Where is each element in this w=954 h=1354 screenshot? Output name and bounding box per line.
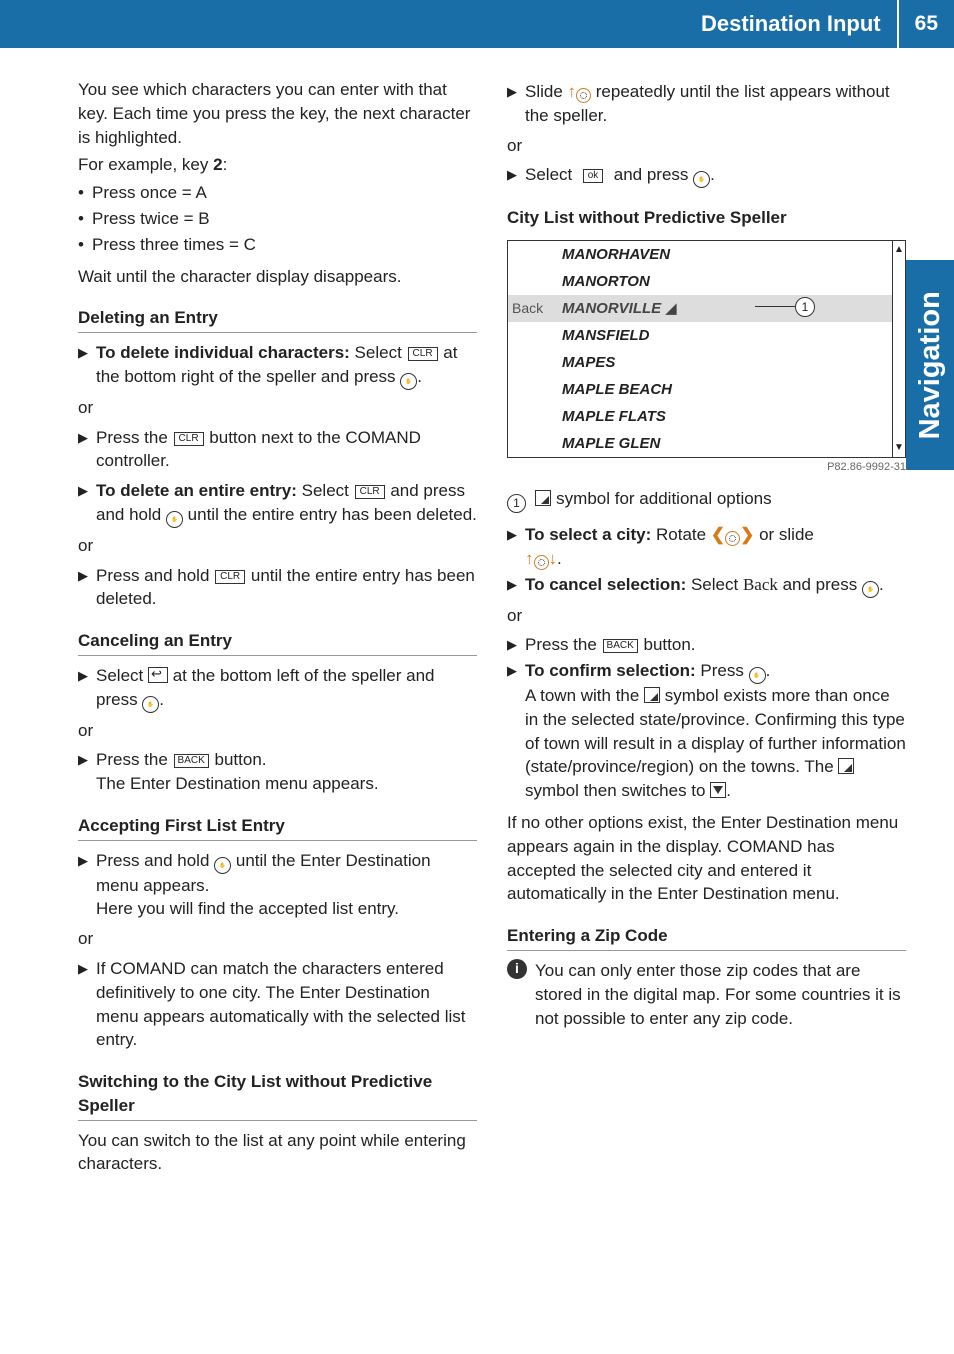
list-item: MANORTON bbox=[508, 268, 905, 295]
controller-press-icon bbox=[400, 373, 417, 390]
rotate-right-icon: ❯ bbox=[740, 525, 754, 544]
controller-slide-icon bbox=[534, 555, 549, 570]
slide-up-icon: ↑ bbox=[568, 82, 577, 101]
right-column: ▶ Slide ↑ repeatedly until the list appe… bbox=[507, 78, 906, 1180]
step-select-ok: ▶ Select ok and press . bbox=[507, 163, 906, 188]
controller-rotate-icon bbox=[725, 531, 740, 546]
controller-press-icon bbox=[166, 511, 183, 528]
example-line: For example, key 2: bbox=[78, 153, 477, 177]
list-item: MAPLE BEACH bbox=[508, 376, 905, 403]
heading-zip-code: Entering a Zip Code bbox=[507, 924, 906, 951]
legend-1: 1 symbol for additional options bbox=[507, 487, 906, 513]
bullet-press-twice: •Press twice = B bbox=[78, 207, 477, 231]
scrollbar-icon: ▲▼ bbox=[892, 241, 905, 457]
page-number: 65 bbox=[897, 0, 954, 48]
heading-switching-list: Switching to the City List without Predi… bbox=[78, 1070, 477, 1121]
return-icon bbox=[148, 667, 168, 683]
step-delete-entire: ▶ To delete an entire entry: Select CLR … bbox=[78, 479, 477, 528]
list-item: MAPES bbox=[508, 349, 905, 376]
step-select-city: ▶ To select a city: Rotate ❮❯ or slide ↑… bbox=[507, 523, 906, 571]
list-item: MANSFIELD bbox=[508, 322, 905, 349]
back-key-icon: BACK bbox=[174, 754, 209, 768]
wait-text: Wait until the character display disappe… bbox=[78, 265, 477, 289]
step-auto-match: ▶ If COMAND can match the characters ent… bbox=[78, 957, 477, 1052]
step-delete-individual: ▶ To delete individual characters: Selec… bbox=[78, 341, 477, 390]
back-key-icon: BACK bbox=[603, 639, 638, 653]
step-confirm-selection: ▶ To confirm selection: Press . A town w… bbox=[507, 659, 906, 803]
switch-text: You can switch to the list at any point … bbox=[78, 1129, 477, 1177]
info-icon: i bbox=[507, 959, 527, 979]
ok-key-icon: ok bbox=[583, 169, 604, 183]
controller-press-icon bbox=[862, 581, 879, 598]
expanded-options-icon bbox=[710, 782, 726, 798]
controller-press-icon bbox=[693, 171, 710, 188]
controller-slide-icon bbox=[576, 88, 591, 103]
city-list-figure: MANORHAVEN MANORTON Back MANORVILLE ◢ MA… bbox=[507, 240, 906, 458]
bullet-press-three: •Press three times = C bbox=[78, 233, 477, 257]
slide-down-icon: ↓ bbox=[549, 549, 558, 568]
legend-marker-1: 1 bbox=[507, 494, 526, 513]
additional-options-icon bbox=[838, 758, 854, 774]
list-item: MANORHAVEN bbox=[508, 241, 905, 268]
or-text: or bbox=[78, 927, 477, 951]
header-title: Destination Input bbox=[701, 9, 897, 40]
step-press-back: ▶ Press the BACK button. The Enter Desti… bbox=[78, 748, 477, 796]
or-text: or bbox=[78, 719, 477, 743]
no-other-options-text: If no other options exist, the Enter Des… bbox=[507, 811, 906, 906]
rotate-left-icon: ❮ bbox=[711, 525, 725, 544]
step-slide-repeat: ▶ Slide ↑ repeatedly until the list appe… bbox=[507, 80, 906, 128]
callout-1: 1 bbox=[755, 297, 815, 317]
step-press-hold-clr: ▶ Press and hold CLR until the entire en… bbox=[78, 564, 477, 612]
list-item: MAPLE GLEN bbox=[508, 430, 905, 457]
or-text: or bbox=[507, 134, 906, 158]
additional-options-icon bbox=[535, 490, 551, 506]
step-press-clr: ▶ Press the CLR button next to the COMAN… bbox=[78, 426, 477, 474]
page-header: Destination Input 65 bbox=[0, 0, 954, 48]
step-press-back: ▶ Press the BACK button. bbox=[507, 633, 906, 657]
section-tab-navigation: Navigation bbox=[906, 260, 954, 470]
clr-key-icon: CLR bbox=[355, 485, 385, 499]
intro-text: You see which characters you can enter w… bbox=[78, 78, 477, 149]
list-item-selected: Back MANORVILLE ◢ bbox=[508, 295, 905, 322]
or-text: or bbox=[78, 396, 477, 420]
clr-key-icon: CLR bbox=[215, 570, 245, 584]
info-note: i You can only enter those zip codes tha… bbox=[507, 959, 906, 1030]
clr-key-icon: CLR bbox=[408, 347, 438, 361]
step-cancel-selection: ▶ To cancel selection: Select Back and p… bbox=[507, 573, 906, 598]
list-item: MAPLE FLATS bbox=[508, 403, 905, 430]
heading-accepting-first: Accepting First List Entry bbox=[78, 814, 477, 841]
controller-press-icon bbox=[142, 696, 159, 713]
heading-deleting-entry: Deleting an Entry bbox=[78, 306, 477, 333]
heading-city-list: City List without Predictive Speller bbox=[507, 206, 906, 230]
step-press-hold-accept: ▶ Press and hold until the Enter Destina… bbox=[78, 849, 477, 921]
figure-id: P82.86-9992-31 bbox=[507, 460, 906, 475]
controller-press-icon bbox=[214, 857, 231, 874]
step-select-back-icon: ▶ Select at the bottom left of the spell… bbox=[78, 664, 477, 713]
or-text: or bbox=[507, 604, 906, 628]
clr-key-icon: CLR bbox=[174, 432, 204, 446]
heading-canceling-entry: Canceling an Entry bbox=[78, 629, 477, 656]
back-label: Back bbox=[512, 299, 543, 319]
controller-press-icon bbox=[749, 667, 766, 684]
or-text: or bbox=[78, 534, 477, 558]
additional-options-icon bbox=[644, 687, 660, 703]
slide-up-icon: ↑ bbox=[525, 549, 534, 568]
left-column: You see which characters you can enter w… bbox=[78, 78, 477, 1180]
bullet-press-once: •Press once = A bbox=[78, 181, 477, 205]
